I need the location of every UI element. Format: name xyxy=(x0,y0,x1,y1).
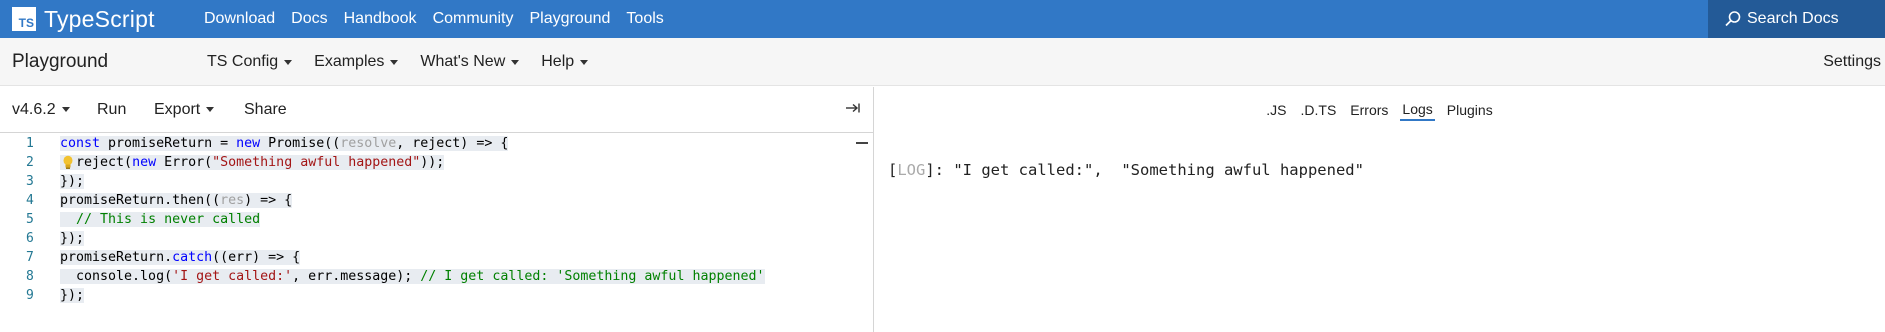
settings-link[interactable]: Settings xyxy=(1823,38,1881,86)
code-line: promiseReturn.catch((err) => { xyxy=(60,250,301,265)
export-label: Export xyxy=(154,100,201,118)
version-select[interactable]: v4.6.2 xyxy=(12,101,70,119)
examples-label: Examples xyxy=(314,53,385,70)
whats-new-label: What's New xyxy=(420,53,506,70)
lightbulb-icon[interactable] xyxy=(62,155,74,170)
typescript-logo-icon: TS xyxy=(12,7,36,31)
nav-link-download[interactable]: Download xyxy=(204,10,275,28)
version-label: v4.6.2 xyxy=(12,100,56,118)
line-number-gutter: 1 2 3 4 5 6 7 8 9 xyxy=(0,134,48,305)
whats-new-menu[interactable]: What's New xyxy=(420,53,520,71)
line-number: 9 xyxy=(26,288,34,303)
brand-name: TypeScript xyxy=(44,5,155,32)
nav-link-handbook[interactable]: Handbook xyxy=(344,10,417,28)
sidebar-tabs: .JS .D.TS Errors Logs Plugins xyxy=(874,87,1885,133)
help-menu[interactable]: Help xyxy=(541,53,589,71)
help-label: Help xyxy=(541,53,575,70)
examples-menu[interactable]: Examples xyxy=(314,53,399,71)
tab-js[interactable]: .JS xyxy=(1264,100,1288,120)
ts-config-label: TS Config xyxy=(207,53,279,70)
line-number: 8 xyxy=(26,269,34,284)
code-line: const promiseReturn = new Promise((resol… xyxy=(60,136,509,151)
log-entry: [LOG]: "I get called:", "Something awful… xyxy=(888,161,1364,179)
nav-link-playground[interactable]: Playground xyxy=(529,10,610,28)
nav-link-docs[interactable]: Docs xyxy=(291,10,327,28)
log-arg-1: "I get called:", xyxy=(953,161,1103,179)
code-line: }); xyxy=(60,288,85,303)
chevron-down-icon xyxy=(284,59,293,65)
search-docs-button[interactable]: Search Docs xyxy=(1708,0,1885,38)
nav-link-tools[interactable]: Tools xyxy=(626,10,663,28)
chevron-down-icon xyxy=(511,59,520,65)
chevron-down-icon xyxy=(580,59,589,65)
code-line: promiseReturn.then((res) => { xyxy=(60,193,293,208)
nav-link-community[interactable]: Community xyxy=(433,10,514,28)
editor-toolbar: v4.6.2 Run Export Share xyxy=(0,87,873,133)
top-navbar: TS TypeScript Download Docs Handbook Com… xyxy=(0,0,1885,38)
log-bracket-open: [ xyxy=(888,161,898,179)
line-number: 5 xyxy=(26,212,34,227)
brand-link[interactable]: TS TypeScript xyxy=(12,4,155,34)
code-line: }); xyxy=(60,231,85,246)
chevron-down-icon xyxy=(206,107,215,112)
line-number: 4 xyxy=(26,193,34,208)
tab-dts[interactable]: .D.TS xyxy=(1299,100,1339,120)
overview-ruler xyxy=(856,142,868,144)
chevron-down-icon xyxy=(390,59,399,65)
run-button[interactable]: Run xyxy=(97,101,126,119)
nav-links: Download Docs Handbook Community Playgro… xyxy=(204,0,680,38)
search-icon xyxy=(1725,11,1741,27)
export-menu[interactable]: Export xyxy=(154,100,215,119)
log-arg-2: "Something awful happened" xyxy=(1121,161,1364,179)
code-line: console.log('I get called:', err.message… xyxy=(60,269,765,284)
tab-plugins[interactable]: Plugins xyxy=(1445,100,1495,120)
log-level: LOG xyxy=(897,161,926,179)
code-line: // This is never called xyxy=(60,210,765,229)
playground-menus: TS Config Examples What's New Help xyxy=(207,38,610,86)
code-editor[interactable]: 1 2 3 4 5 6 7 8 9 const promiseReturn = … xyxy=(0,134,873,332)
chevron-down-icon xyxy=(61,107,70,112)
share-button[interactable]: Share xyxy=(244,101,287,119)
tab-errors[interactable]: Errors xyxy=(1348,100,1390,120)
line-number: 6 xyxy=(26,231,34,246)
code-lines: const promiseReturn = new Promise((resol… xyxy=(60,134,765,305)
ts-config-menu[interactable]: TS Config xyxy=(207,53,293,71)
collapse-sidebar-icon[interactable] xyxy=(845,100,861,116)
log-bracket-close: ]: xyxy=(925,161,954,179)
line-number: 2 xyxy=(26,155,34,170)
code-line: }); xyxy=(60,174,85,189)
playground-title: Playground xyxy=(12,51,109,72)
code-line: reject(new Error("Something awful happen… xyxy=(60,155,445,170)
line-number: 7 xyxy=(26,250,34,265)
tab-logs[interactable]: Logs xyxy=(1400,99,1435,121)
line-number: 1 xyxy=(26,136,34,151)
playground-navbar: Playground TS Config Examples What's New… xyxy=(0,38,1885,86)
line-number: 3 xyxy=(26,174,34,189)
search-docs-label: Search Docs xyxy=(1747,10,1839,27)
